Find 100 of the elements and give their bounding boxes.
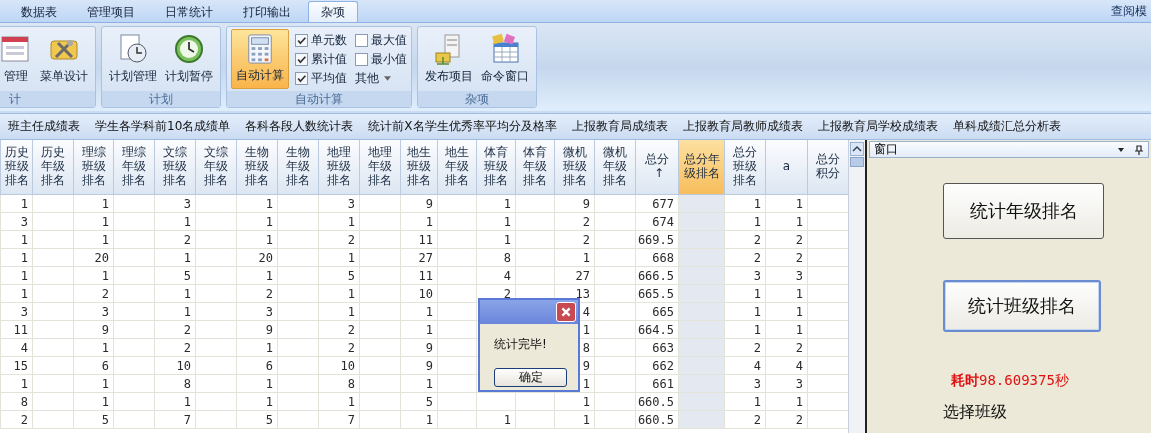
dropdown-button[interactable]: 其他 — [355, 69, 407, 87]
report-tab[interactable]: 上报教育局教师成绩表 — [676, 118, 812, 135]
table-cell: 3 — [154, 194, 196, 213]
report-tab[interactable]: 统计前X名学生优秀率平均分及格率 — [362, 118, 566, 135]
ribbon-tab[interactable]: 打印输出 — [230, 1, 304, 22]
table-cell: 2 — [765, 248, 808, 267]
scrollbar[interactable] — [848, 140, 865, 433]
table-cell: 1 — [318, 212, 360, 231]
scroll-thumb[interactable] — [850, 157, 864, 167]
checkbox-label: 平均值 — [311, 69, 347, 87]
report-tab[interactable]: 上报教育局成绩表 — [565, 118, 677, 135]
ribbon-button[interactable]: 发布项目 — [422, 29, 476, 89]
ribbon-button[interactable]: 管理 — [0, 29, 35, 89]
table-cell: 4 — [0, 338, 33, 357]
table-cell: 1 — [724, 320, 766, 339]
ribbon-button[interactable]: 计划暂停 — [162, 29, 216, 89]
table-cell: 1 — [154, 302, 196, 321]
table-cell: 5 — [73, 410, 114, 429]
checkbox[interactable] — [295, 52, 308, 66]
table-cell: 674 — [635, 212, 679, 231]
ribbon-button[interactable]: 菜单设计 — [37, 29, 91, 89]
table-cell: 9 — [236, 320, 278, 339]
ribbon-button[interactable]: 命令窗口 — [478, 29, 532, 89]
table-cell: 668 — [635, 248, 679, 267]
column-header[interactable]: 文综班级排名 — [154, 140, 196, 195]
report-tab[interactable]: 班主任成绩表 — [2, 118, 89, 135]
table-cell: 1 — [0, 266, 33, 285]
table-cell: 5 — [154, 266, 196, 285]
column-header[interactable]: 微机班级排名 — [554, 140, 595, 195]
report-tab[interactable]: 单科成绩汇总分析表 — [946, 118, 1070, 135]
column-header[interactable]: 体育年级排名 — [515, 140, 555, 195]
panel-button[interactable]: 统计班级排名 — [943, 280, 1101, 332]
ribbon-tab[interactable]: 数据表 — [8, 1, 70, 22]
column-header[interactable]: 文综年级排名 — [195, 140, 237, 195]
column-header[interactable]: 理综年级排名 — [113, 140, 155, 195]
table-cell: 1 — [400, 302, 438, 321]
column-header[interactable]: 生物班级排名 — [236, 140, 278, 195]
table-cell: 1 — [765, 320, 808, 339]
table-cell: 3 — [0, 212, 33, 231]
column-header[interactable]: 理综班级排名 — [73, 140, 114, 195]
table-cell: 7 — [154, 410, 196, 429]
table-cell: 6 — [236, 356, 278, 375]
document-clock-icon — [117, 33, 149, 65]
table-cell: 1 — [318, 284, 360, 303]
column-header[interactable]: 地理班级排名 — [318, 140, 360, 195]
column-header[interactable]: a — [765, 140, 808, 195]
ribbon-button[interactable]: 计划管理 — [106, 29, 160, 89]
table-cell: 1 — [236, 230, 278, 249]
close-button[interactable] — [556, 302, 576, 322]
ok-button[interactable]: 确定 — [494, 368, 567, 387]
table-cell: 2 — [724, 230, 766, 249]
panel-button[interactable]: 统计年级排名 — [943, 183, 1104, 239]
column-header[interactable]: 微机年级排名 — [594, 140, 636, 195]
table-cell: 2 — [154, 230, 196, 249]
table-cell: 1 — [476, 194, 516, 213]
table-cell: 1 — [724, 392, 766, 411]
column-header[interactable]: 总分班级排名 — [724, 140, 766, 195]
table-cell: 1 — [765, 212, 808, 231]
column-header[interactable]: 地生年级排名 — [437, 140, 477, 195]
ribbon-button[interactable]: 自动计算 — [231, 29, 289, 89]
elapsed-time-text: 耗时98.609375秒 — [950, 372, 1070, 390]
menu-label[interactable]: 查阅模 — [1111, 2, 1151, 20]
column-header[interactable]: 历史年级排名 — [32, 140, 74, 195]
checkbox[interactable] — [295, 71, 308, 85]
checkbox-label: 累计值 — [311, 50, 347, 68]
report-tab[interactable]: 学生各学科前10名成绩单 — [89, 118, 240, 135]
checkbox[interactable] — [355, 33, 368, 47]
table-cell: 1 — [0, 230, 33, 249]
column-header[interactable]: 总分积分 — [807, 140, 848, 195]
table-cell: 9 — [400, 194, 438, 213]
table-cell: 2 — [318, 230, 360, 249]
table-cell: 1 — [73, 374, 114, 393]
table-cell: 1 — [724, 302, 766, 321]
table-cell: 1 — [0, 248, 33, 267]
checkbox[interactable] — [355, 52, 368, 66]
column-header[interactable]: 历史班级排名 — [0, 140, 33, 195]
table-cell: 1 — [73, 338, 114, 357]
column-header[interactable]: 地理年级排名 — [359, 140, 401, 195]
ribbon-tab[interactable]: 日常统计 — [152, 1, 226, 22]
scroll-up-icon[interactable] — [850, 142, 864, 156]
table-cell: 1 — [154, 392, 196, 411]
table-cell: 1 — [476, 212, 516, 231]
report-tab[interactable]: 上报教育局学校成绩表 — [811, 118, 947, 135]
table-cell: 10 — [400, 284, 438, 303]
checkbox[interactable] — [295, 33, 308, 47]
column-header[interactable]: 总分年级排名 — [678, 140, 725, 195]
column-header[interactable]: 地生班级排名 — [400, 140, 438, 195]
checkbox-label: 最大值 — [371, 31, 407, 49]
table-cell: 11 — [400, 266, 438, 285]
ribbon-tab[interactable]: 杂项 — [308, 1, 358, 22]
pin-icon[interactable] — [1134, 144, 1144, 155]
column-header[interactable]: 体育班级排名 — [476, 140, 516, 195]
column-header[interactable]: 生物年级排名 — [277, 140, 319, 195]
report-tab[interactable]: 各科各段人数统计表 — [239, 118, 363, 135]
table-cell: 2 — [73, 284, 114, 303]
column-header[interactable]: 总分 ↑ — [635, 140, 679, 195]
table-cell: 1 — [318, 302, 360, 321]
table-cell: 1 — [73, 266, 114, 285]
ribbon-tab[interactable]: 管理项目 — [74, 1, 148, 22]
clock-icon — [173, 33, 205, 65]
